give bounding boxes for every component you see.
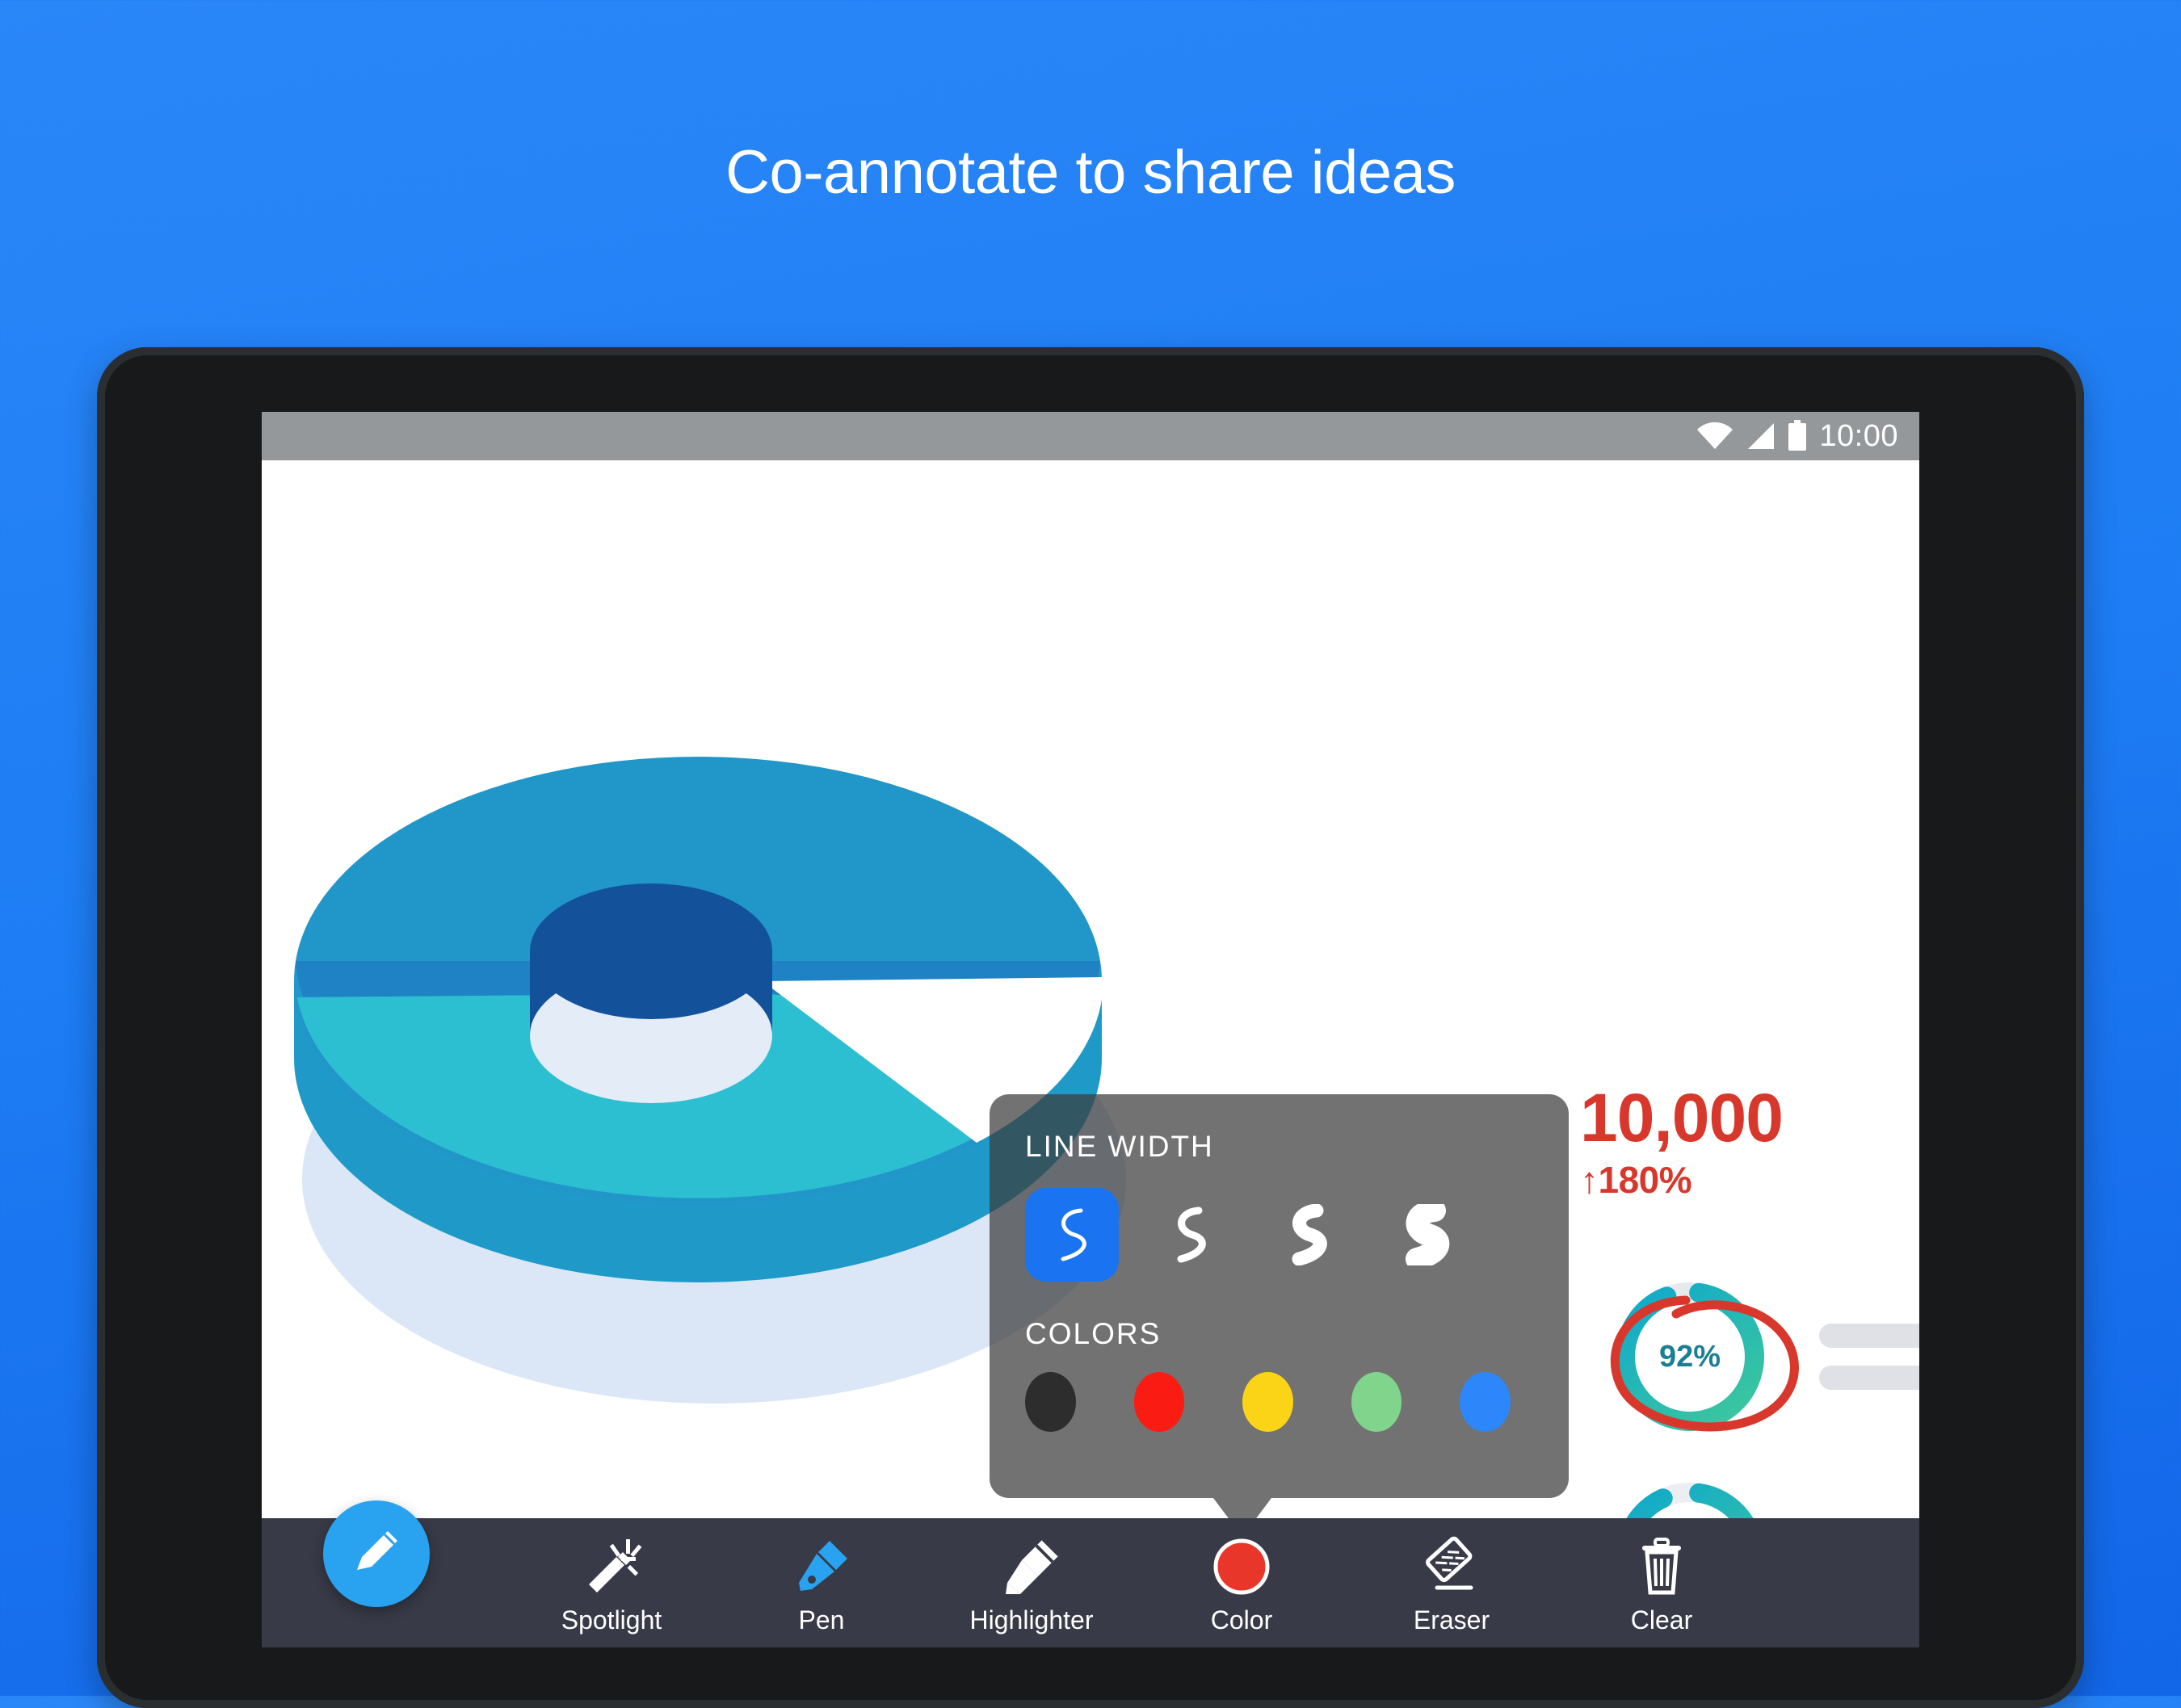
kpi-value: 10,000 (1580, 1080, 1784, 1156)
color-swatch-yellow[interactable] (1242, 1372, 1293, 1432)
color-swatch-blue[interactable] (1460, 1372, 1511, 1432)
page-title: Co-annotate to share ideas (725, 138, 1456, 207)
tool-label-color: Color (1210, 1605, 1273, 1635)
eraser-icon (1421, 1536, 1482, 1597)
placeholder-lines-1 (1819, 1324, 1919, 1390)
color-circle-icon (1211, 1536, 1272, 1597)
tool-eraser[interactable]: Eraser (1359, 1536, 1544, 1635)
wifi-icon (1696, 422, 1733, 451)
tool-pen[interactable]: Pen (729, 1536, 914, 1635)
color-swatch-black[interactable] (1025, 1372, 1076, 1432)
gauge-label-92: 92% (1658, 1339, 1721, 1374)
tool-label-clear: Clear (1630, 1605, 1693, 1635)
promo-screenshot: Co-annotate to share ideas 10:00 10,000 … (0, 0, 2181, 1708)
tool-highlighter[interactable]: Highlighter (939, 1536, 1124, 1635)
color-swatch-red[interactable] (1133, 1372, 1185, 1432)
line-width-option-medium[interactable] (1143, 1188, 1237, 1282)
kpi-block: 10,000 ↑180% (1580, 1080, 1784, 1202)
annotation-options-popup[interactable]: LINE WIDTH COLORS (990, 1094, 1569, 1498)
fountain-pen-icon (791, 1536, 852, 1597)
status-bar: 10:00 (262, 412, 1919, 460)
tool-label-eraser: Eraser (1413, 1605, 1490, 1635)
trash-icon (1631, 1536, 1692, 1597)
tool-label-highlighter: Highlighter (969, 1605, 1094, 1635)
annotation-toolbar: Spotlight Pen Highlighter Color Eraser C… (262, 1500, 1919, 1647)
line-width-option-thin[interactable] (1025, 1188, 1119, 1282)
color-swatches (1025, 1372, 1569, 1432)
donut-gauge-92: 92% (1609, 1276, 1771, 1437)
tool-label-pen: Pen (798, 1605, 845, 1635)
battery-icon (1787, 420, 1808, 452)
pencil-icon (347, 1525, 406, 1583)
gauge-row-1: 92% (1609, 1276, 1919, 1437)
presentation-canvas[interactable]: 10,000 ↑180% 92% LINE WIDTH COLORS (262, 460, 1919, 1647)
pencil-fab-button[interactable] (323, 1500, 430, 1607)
color-swatch-green[interactable] (1351, 1372, 1402, 1432)
status-bar-clock: 10:00 (1819, 418, 1898, 453)
line-width-option-extra-thick[interactable] (1379, 1188, 1473, 1282)
tool-clear[interactable]: Clear (1569, 1536, 1754, 1635)
tool-color[interactable]: Color (1149, 1536, 1334, 1635)
colors-title: COLORS (1025, 1317, 1162, 1350)
cell-signal-icon (1745, 422, 1775, 451)
line-width-options (1025, 1188, 1569, 1282)
tablet-screen: 10:00 10,000 ↑180% 92% LINE WIDTH COLORS… (262, 412, 1919, 1647)
line-width-title: LINE WIDTH (1025, 1130, 1214, 1163)
placeholder-bar (1819, 1324, 1919, 1348)
tool-label-spotlight: Spotlight (561, 1605, 662, 1635)
highlighter-icon (1001, 1536, 1062, 1597)
tool-spotlight[interactable]: Spotlight (519, 1536, 704, 1635)
line-width-option-thick[interactable] (1261, 1188, 1355, 1282)
magic-wand-icon (581, 1536, 642, 1597)
placeholder-bar (1819, 1366, 1919, 1390)
kpi-delta: ↑180% (1580, 1159, 1692, 1201)
